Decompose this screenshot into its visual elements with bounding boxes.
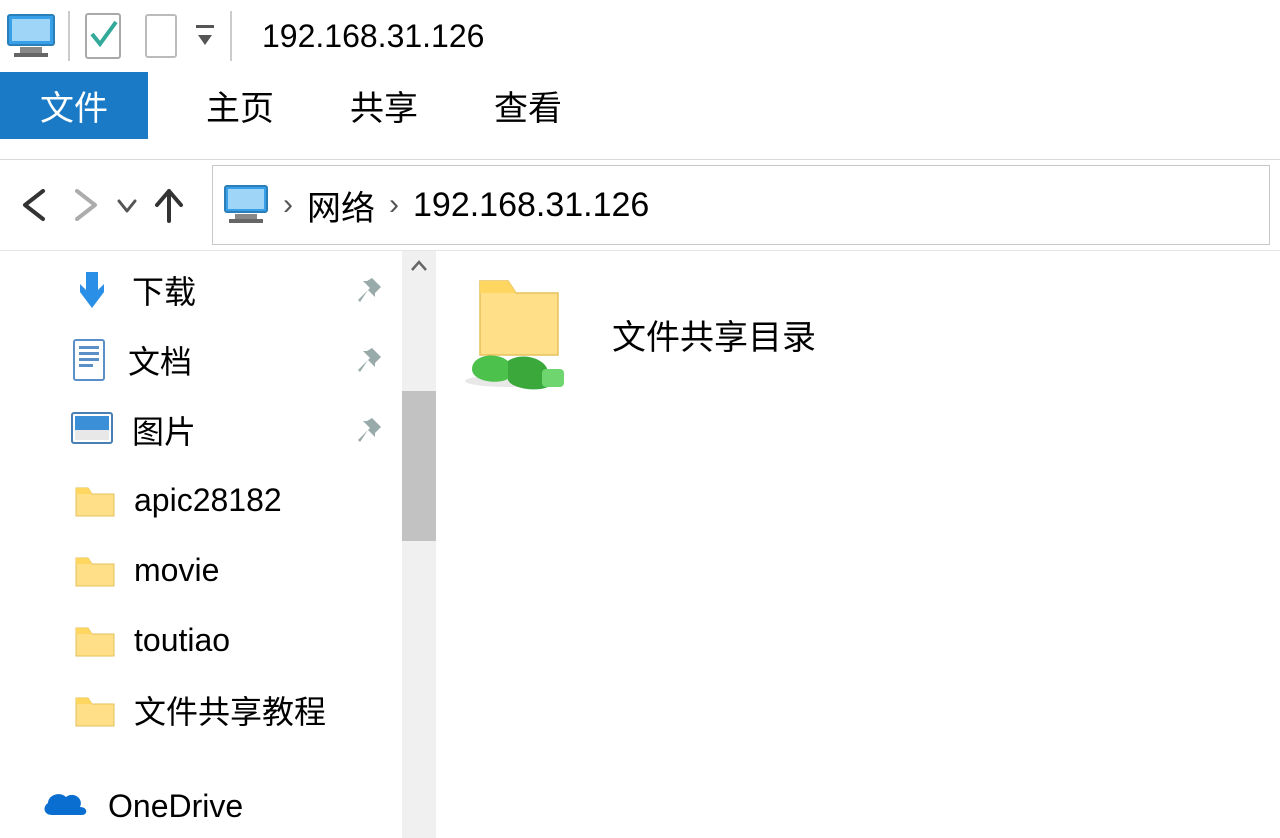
separator bbox=[230, 11, 232, 61]
sidebar-item-label: 下载 bbox=[132, 267, 196, 313]
sidebar-scrollbar[interactable] bbox=[402, 251, 436, 838]
history-dropdown[interactable] bbox=[110, 193, 144, 217]
shared-folder-icon bbox=[462, 269, 572, 399]
scroll-up-icon[interactable] bbox=[402, 251, 436, 281]
sidebar-item-downloads[interactable]: 下载 bbox=[0, 255, 402, 325]
pictures-icon bbox=[70, 411, 114, 449]
shared-folder-item[interactable]: 文件共享目录 bbox=[462, 269, 1254, 399]
sidebar-item-folder[interactable]: apic28182 bbox=[0, 465, 402, 535]
sidebar-item-label: OneDrive bbox=[108, 788, 243, 825]
sidebar-item-pictures[interactable]: 图片 bbox=[0, 395, 402, 465]
sidebar-item-label: 文档 bbox=[128, 337, 192, 383]
explorer-body: 下载 文档 图片 bbox=[0, 250, 1280, 838]
sidebar-item-label: apic28182 bbox=[134, 482, 282, 519]
qat-properties-icon[interactable] bbox=[82, 10, 124, 62]
sidebar-item-label: toutiao bbox=[134, 622, 230, 659]
download-icon bbox=[70, 268, 114, 312]
item-name: 文件共享目录 bbox=[612, 310, 816, 359]
qat-dropdown-icon[interactable] bbox=[192, 11, 218, 61]
sidebar-item-label: movie bbox=[134, 552, 219, 589]
folder-icon bbox=[74, 552, 116, 588]
tab-share-label: 共享 bbox=[350, 81, 418, 130]
address-bar[interactable]: › 网络 › 192.168.31.126 bbox=[212, 165, 1270, 245]
tab-home-label: 主页 bbox=[206, 81, 274, 130]
tab-home[interactable]: 主页 bbox=[168, 72, 312, 139]
scroll-thumb[interactable] bbox=[402, 391, 436, 541]
title-bar: 192.168.31.126 bbox=[0, 0, 1280, 72]
sidebar-gap bbox=[0, 745, 402, 771]
pin-icon bbox=[354, 345, 384, 375]
navigation-pane: 下载 文档 图片 bbox=[0, 251, 436, 838]
sidebar-tree: 下载 文档 图片 bbox=[0, 251, 402, 838]
sidebar-item-folder[interactable]: toutiao bbox=[0, 605, 402, 675]
folder-icon bbox=[74, 692, 116, 728]
chevron-right-icon[interactable]: › bbox=[283, 188, 293, 222]
chevron-right-icon[interactable]: › bbox=[389, 188, 399, 222]
tab-view-label: 查看 bbox=[494, 81, 562, 130]
breadcrumb-current[interactable]: 192.168.31.126 bbox=[413, 186, 649, 225]
window-title: 192.168.31.126 bbox=[262, 18, 484, 55]
qat-new-icon[interactable] bbox=[142, 11, 182, 61]
folder-icon bbox=[74, 482, 116, 518]
forward-button[interactable] bbox=[60, 180, 110, 230]
ribbon-divider bbox=[0, 140, 1280, 160]
sidebar-item-folder[interactable]: 文件共享教程 bbox=[0, 675, 402, 745]
onedrive-icon bbox=[40, 789, 90, 823]
computer-icon bbox=[223, 184, 269, 226]
tab-file[interactable]: 文件 bbox=[0, 72, 148, 139]
sidebar-item-label: 图片 bbox=[132, 407, 196, 453]
content-pane[interactable]: 文件共享目录 bbox=[436, 251, 1280, 838]
sidebar-item-label: 文件共享教程 bbox=[134, 687, 326, 733]
back-button[interactable] bbox=[10, 180, 60, 230]
navigation-row: › 网络 › 192.168.31.126 bbox=[0, 160, 1280, 250]
separator bbox=[68, 11, 70, 61]
breadcrumb-network[interactable]: 网络 bbox=[307, 181, 375, 230]
pin-icon bbox=[354, 275, 384, 305]
sidebar-item-onedrive[interactable]: OneDrive bbox=[0, 771, 402, 838]
tab-share[interactable]: 共享 bbox=[312, 72, 456, 139]
ribbon-tabs: 文件 主页 共享 查看 bbox=[0, 72, 1280, 140]
document-icon bbox=[70, 338, 110, 382]
sidebar-item-folder[interactable]: movie bbox=[0, 535, 402, 605]
tab-view[interactable]: 查看 bbox=[456, 72, 600, 139]
up-button[interactable] bbox=[144, 180, 194, 230]
computer-icon bbox=[6, 13, 56, 59]
pin-icon bbox=[354, 415, 384, 445]
folder-icon bbox=[74, 622, 116, 658]
tab-file-label: 文件 bbox=[40, 81, 108, 130]
sidebar-item-documents[interactable]: 文档 bbox=[0, 325, 402, 395]
